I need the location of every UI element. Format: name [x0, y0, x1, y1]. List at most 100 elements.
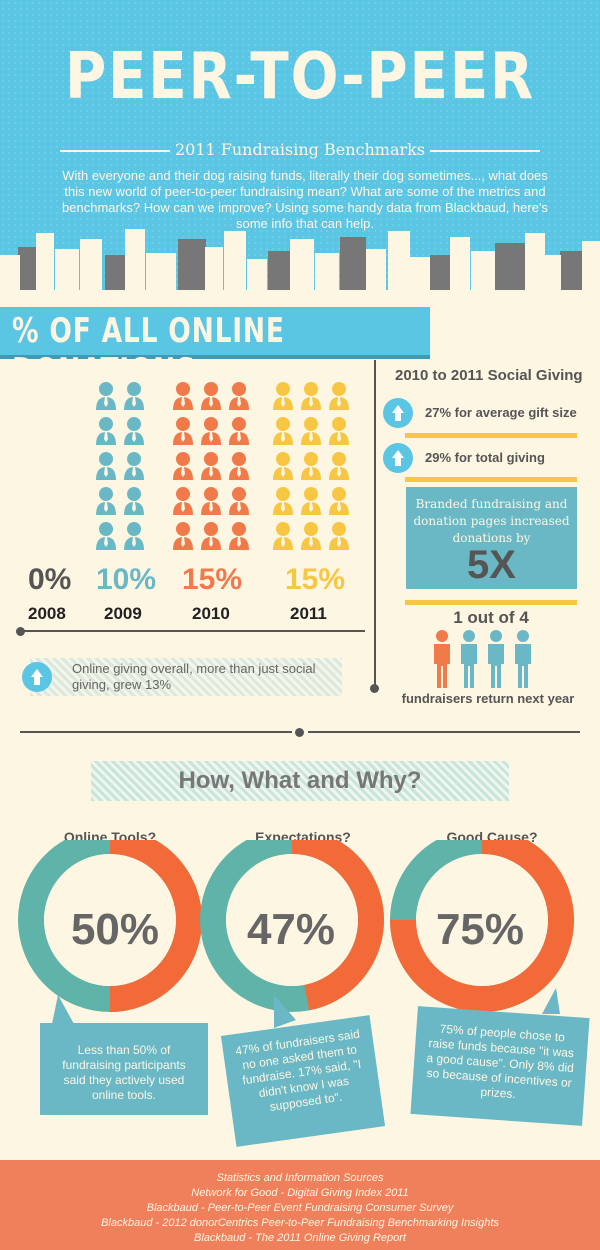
- source-line: Blackbaud - 2012 donorCentrics Peer-to-P…: [101, 1217, 499, 1229]
- source-line: Blackbaud - The 2011 Online Giving Repor…: [194, 1232, 406, 1244]
- person-icon: [329, 382, 349, 410]
- person-icon: [201, 522, 221, 550]
- person-icon: [329, 487, 349, 515]
- person-icon: [96, 452, 116, 480]
- fundraisers-people-icons: [434, 630, 531, 688]
- branded-pages-box: Branded fundraising and donation pages i…: [406, 487, 577, 589]
- arrow-up-icon: [383, 398, 413, 428]
- callout-pointer: [274, 995, 296, 1028]
- person-icon: [124, 487, 144, 515]
- pct-2009: 10%: [96, 563, 157, 596]
- branded-pages-text: Branded fundraising and donation pages i…: [413, 497, 570, 545]
- timeline-line: [20, 630, 365, 632]
- how-what-why-heading: How, What and Why?: [178, 767, 422, 794]
- sources-title: Statistics and Information Sources: [216, 1172, 384, 1184]
- callout-online-tools: Less than 50% of fundraising participant…: [40, 1023, 208, 1115]
- callout-online-tools-text: Less than 50% of fundraising participant…: [62, 1043, 186, 1102]
- person-icon: [301, 452, 321, 480]
- person-icon: [201, 487, 221, 515]
- source-line: Network for Good - Digital Giving Index …: [191, 1187, 409, 1199]
- pct-2008: 0%: [28, 563, 72, 596]
- person-icon: [273, 452, 293, 480]
- donut-value-good-cause: 75%: [435, 905, 525, 954]
- intro-text: With everyone and their dog raising fund…: [62, 168, 548, 231]
- donut-value-expectations: 47%: [246, 905, 336, 954]
- person-icon: [273, 487, 293, 515]
- person-icon: [96, 522, 116, 550]
- person-icon: [301, 382, 321, 410]
- person-icon: [229, 522, 249, 550]
- subtitle-row: 2011 Fundraising Benchmarks: [60, 138, 540, 162]
- person-icon: [173, 382, 193, 410]
- section-divider-dot: [295, 728, 304, 737]
- person-icon: [173, 417, 193, 445]
- arrow-up-icon: [383, 443, 413, 473]
- person-icon: [124, 522, 144, 550]
- pct-2010: 15%: [182, 563, 243, 596]
- person-icon: [173, 452, 193, 480]
- year-2008: 2008: [28, 604, 66, 623]
- fundraiser-person-icon: [461, 630, 477, 688]
- stat-total-giving: 29% for total giving: [425, 450, 545, 465]
- arrow-up-icon: [22, 662, 52, 692]
- one-out-of-four: 1 out of 4: [453, 608, 529, 627]
- person-icon: [301, 522, 321, 550]
- vertical-divider: [374, 360, 376, 688]
- sources-footer: Statistics and Information Sources Netwo…: [0, 1160, 600, 1250]
- fundraiser-person-icon: [488, 630, 504, 688]
- online-giving-note-text: Online giving overall, more than just so…: [72, 661, 316, 692]
- person-icon: [124, 417, 144, 445]
- divider-dot: [370, 684, 379, 693]
- section-divider-right: [308, 731, 580, 733]
- stat-divider: [405, 433, 577, 438]
- social-giving-title: 2010 to 2011 Social Giving: [395, 367, 583, 384]
- online-giving-note: Online giving overall, more than just so…: [30, 658, 342, 696]
- how-what-why-banner: How, What and Why?: [91, 761, 509, 801]
- pct-2011: 15%: [285, 563, 346, 596]
- person-icon: [96, 382, 116, 410]
- person-icon: [273, 382, 293, 410]
- person-icon: [201, 382, 221, 410]
- year-2011: 2011: [290, 604, 327, 623]
- year-2009: 2009: [104, 604, 142, 623]
- stat-divider: [405, 477, 577, 482]
- callout-expectations: 47% of fundraisers said no one asked the…: [220, 1015, 386, 1147]
- person-icon: [229, 382, 249, 410]
- person-icon: [301, 417, 321, 445]
- timeline-dot: [16, 627, 25, 636]
- branded-pages-multiplier: 5X: [467, 543, 516, 587]
- fundraisers-return-text: fundraisers return next year: [401, 691, 575, 706]
- header: PEER-TO-PEER 2011 Fundraising Benchmarks…: [0, 0, 600, 290]
- fundraiser-person-icon: [515, 630, 531, 688]
- person-icon: [201, 452, 221, 480]
- stat-average-gift: 27% for average gift size: [425, 405, 577, 420]
- people-icon-grids: [96, 382, 349, 550]
- person-icon: [124, 452, 144, 480]
- section-divider-left: [20, 731, 292, 733]
- donut-value-online-tools: 50%: [70, 905, 160, 954]
- person-icon: [329, 522, 349, 550]
- stat-divider: [405, 600, 577, 605]
- callout-pointer: [542, 988, 560, 1014]
- callout-good-cause: 75% of people chose to raise funds becau…: [410, 1006, 590, 1126]
- person-icon: [301, 487, 321, 515]
- person-icon: [173, 522, 193, 550]
- person-icon: [329, 417, 349, 445]
- online-donations-banner: % OF ALL ONLINE DONATIONS: [0, 307, 430, 391]
- callout-good-cause-text: 75% of people chose to raise funds becau…: [426, 1021, 575, 1102]
- person-icon: [229, 487, 249, 515]
- page-title: PEER-TO-PEER: [64, 40, 536, 114]
- page-subtitle: 2011 Fundraising Benchmarks: [174, 140, 426, 159]
- person-icon: [96, 417, 116, 445]
- person-icon: [273, 417, 293, 445]
- person-icon: [124, 382, 144, 410]
- person-icon: [273, 522, 293, 550]
- year-2010: 2010: [192, 604, 230, 623]
- person-icon: [201, 417, 221, 445]
- callout-pointer: [52, 995, 74, 1024]
- source-line: Blackbaud - Peer-to-Peer Event Fundraisi…: [146, 1202, 454, 1214]
- person-icon: [229, 417, 249, 445]
- city-skyline-illustration: [0, 229, 600, 290]
- callout-expectations-text: 47% of fundraisers said no one asked the…: [234, 1026, 362, 1114]
- person-icon: [96, 487, 116, 515]
